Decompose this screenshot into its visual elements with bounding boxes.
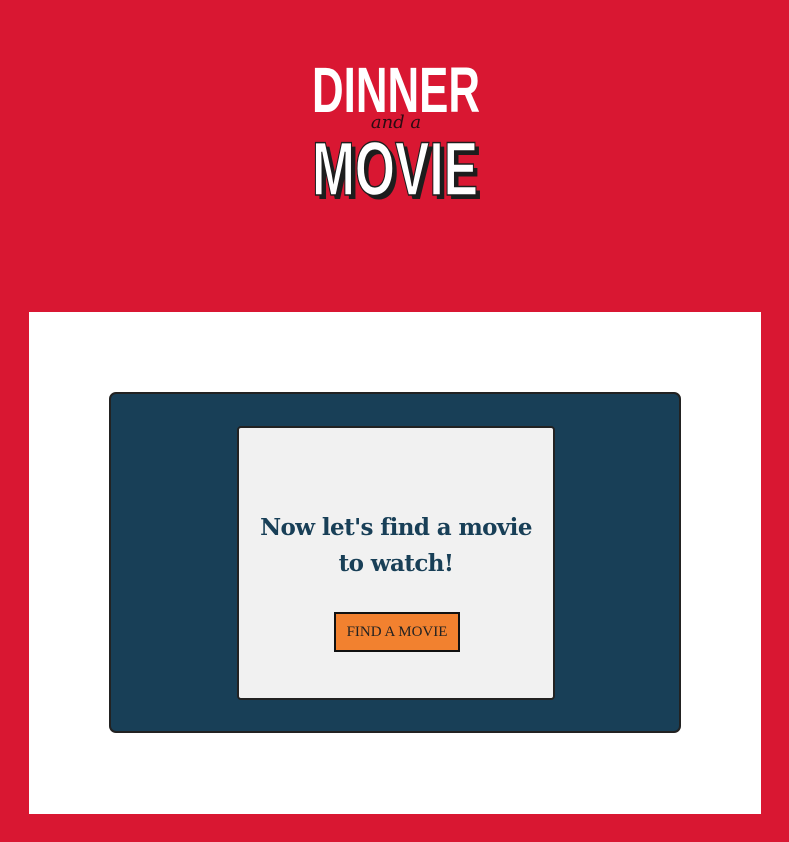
find-movie-heading-line2: to watch! — [338, 550, 454, 577]
find-movie-button[interactable]: FIND A MOVIE — [334, 612, 460, 652]
dinner-and-a-movie-logo: DINNER and a MOVIE MOVIE — [310, 58, 482, 203]
logo-bottom-text: MOVIE — [312, 127, 478, 203]
main-panel: Now let's find a movie to watch! FIND A … — [29, 312, 761, 814]
movie-card: Now let's find a movie to watch! FIND A … — [237, 426, 555, 700]
find-movie-heading-line1: Now let's find a movie — [260, 514, 532, 541]
find-movie-heading: Now let's find a movie to watch! — [239, 510, 553, 582]
movie-card-container: Now let's find a movie to watch! FIND A … — [109, 392, 681, 733]
